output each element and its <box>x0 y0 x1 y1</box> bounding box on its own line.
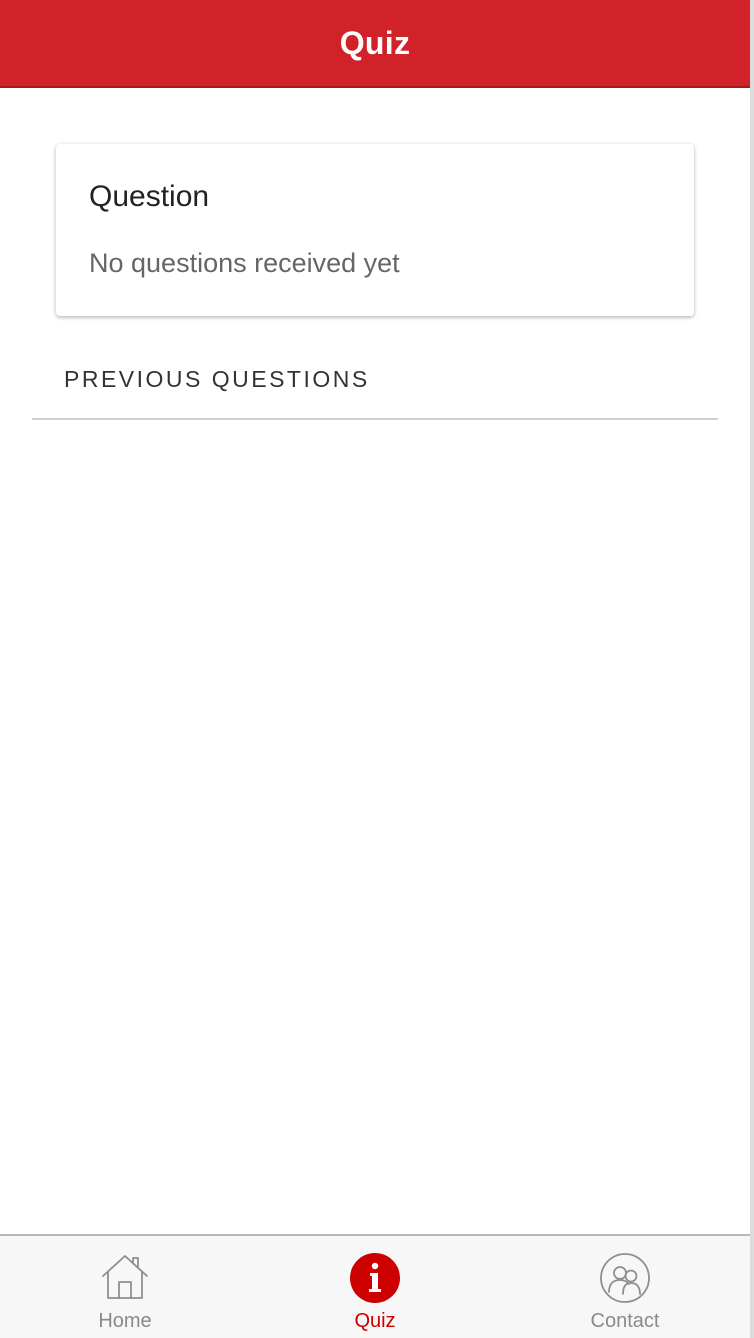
contact-icon <box>599 1252 651 1304</box>
tab-quiz-label: Quiz <box>354 1310 396 1332</box>
tab-home[interactable]: Home <box>0 1236 250 1338</box>
info-icon <box>349 1252 401 1304</box>
header-bar: Quiz <box>0 0 750 88</box>
question-card-title: Question <box>89 180 210 213</box>
page-title: Quiz <box>339 24 411 61</box>
bottom-tab-bar: Home Quiz Contact <box>0 1234 750 1338</box>
tab-quiz[interactable]: Quiz <box>250 1236 500 1338</box>
tab-contact[interactable]: Contact <box>500 1236 750 1338</box>
question-card: Question No questions received yet <box>56 144 694 316</box>
tab-home-label: Home <box>98 1310 152 1332</box>
scrollbar-gutter <box>750 0 754 1338</box>
question-card-message: No questions received yet <box>89 248 400 278</box>
home-icon <box>99 1252 151 1304</box>
previous-questions-list <box>32 420 718 1220</box>
previous-questions-heading: PREVIOUS QUESTIONS <box>64 366 370 392</box>
app-screen: Quiz Question No questions received yet … <box>0 0 754 1338</box>
tab-contact-label: Contact <box>590 1310 660 1332</box>
